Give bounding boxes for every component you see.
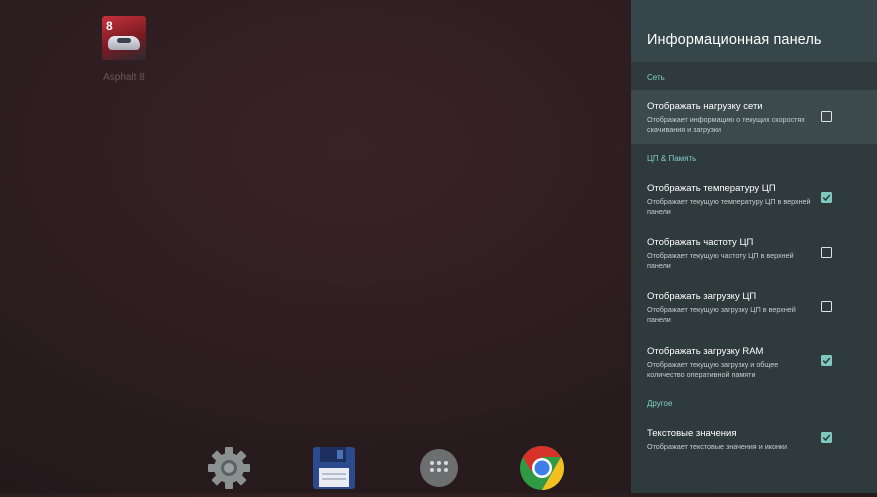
setting-subtitle: Отображает текущую частоту ЦП в верхней … — [647, 251, 794, 270]
checkbox-cpu-freq[interactable] — [821, 247, 832, 258]
section-label-network: Сеть — [647, 73, 665, 82]
checkbox-ram-load[interactable] — [821, 355, 832, 366]
setting-title: Отображать частоту ЦП — [647, 237, 754, 248]
dock — [0, 436, 631, 493]
info-panel: Информационная панель Сеть Отображать на… — [631, 0, 877, 493]
checkbox-cpu-load[interactable] — [821, 301, 832, 312]
setting-title: Отображать температуру ЦП — [647, 183, 776, 194]
setting-row-cpu-load[interactable]: Отображать загрузку ЦП Отображает текущу… — [631, 280, 877, 332]
chrome-icon[interactable] — [518, 444, 566, 492]
app-label: Asphalt 8 — [103, 72, 145, 83]
desktop: 8 Asphalt 8 — [0, 0, 632, 493]
car-image — [108, 36, 140, 50]
setting-title: Отображать нагрузку сети — [647, 101, 763, 112]
setting-title: Отображать загрузку ЦП — [647, 291, 757, 302]
settings-gear-icon[interactable] — [205, 444, 253, 492]
check-icon — [822, 194, 831, 202]
setting-subtitle: Отображает информацию о текущих скоростя… — [647, 115, 805, 134]
checkbox-cpu-temp[interactable] — [821, 192, 832, 203]
section-label-cpu-memory: ЦП & Память — [647, 154, 697, 163]
floppy-disk-icon[interactable] — [310, 444, 358, 492]
app-drawer-icon[interactable] — [415, 444, 463, 492]
setting-subtitle: Отображает текущую температуру ЦП в верх… — [647, 197, 811, 216]
setting-subtitle: Отображает текстовые значения и иконки — [647, 442, 788, 451]
app-badge: 8 — [106, 19, 113, 33]
setting-row-ram-load[interactable]: Отображать загрузку RAM Отображает текущ… — [631, 335, 877, 387]
setting-row-text-values[interactable]: Текстовые значения Отображает текстовые … — [631, 417, 877, 459]
checkbox-text-values[interactable] — [821, 432, 832, 443]
setting-row-cpu-freq[interactable]: Отображать частоту ЦП Отображает текущую… — [631, 226, 877, 278]
panel-title: Информационная панель — [647, 32, 822, 48]
setting-subtitle: Отображает текущую загрузку и общее коли… — [647, 360, 779, 379]
app-thumbnail: 8 — [102, 16, 146, 60]
check-icon — [822, 434, 831, 442]
setting-subtitle: Отображает текущую загрузку ЦП в верхней… — [647, 305, 796, 324]
checkbox-network-load[interactable] — [821, 111, 832, 122]
check-icon — [822, 357, 831, 365]
setting-title: Отображать загрузку RAM — [647, 346, 764, 357]
setting-row-cpu-temp[interactable]: Отображать температуру ЦП Отображает тек… — [631, 172, 877, 224]
app-shortcut-asphalt-8[interactable]: 8 Asphalt 8 — [102, 16, 146, 83]
setting-row-network-load[interactable]: Отображать нагрузку сети Отображает инфо… — [631, 90, 877, 144]
setting-title: Текстовые значения — [647, 428, 737, 439]
panel-header: Информационная панель — [631, 0, 877, 62]
section-label-other: Другое — [647, 399, 673, 408]
